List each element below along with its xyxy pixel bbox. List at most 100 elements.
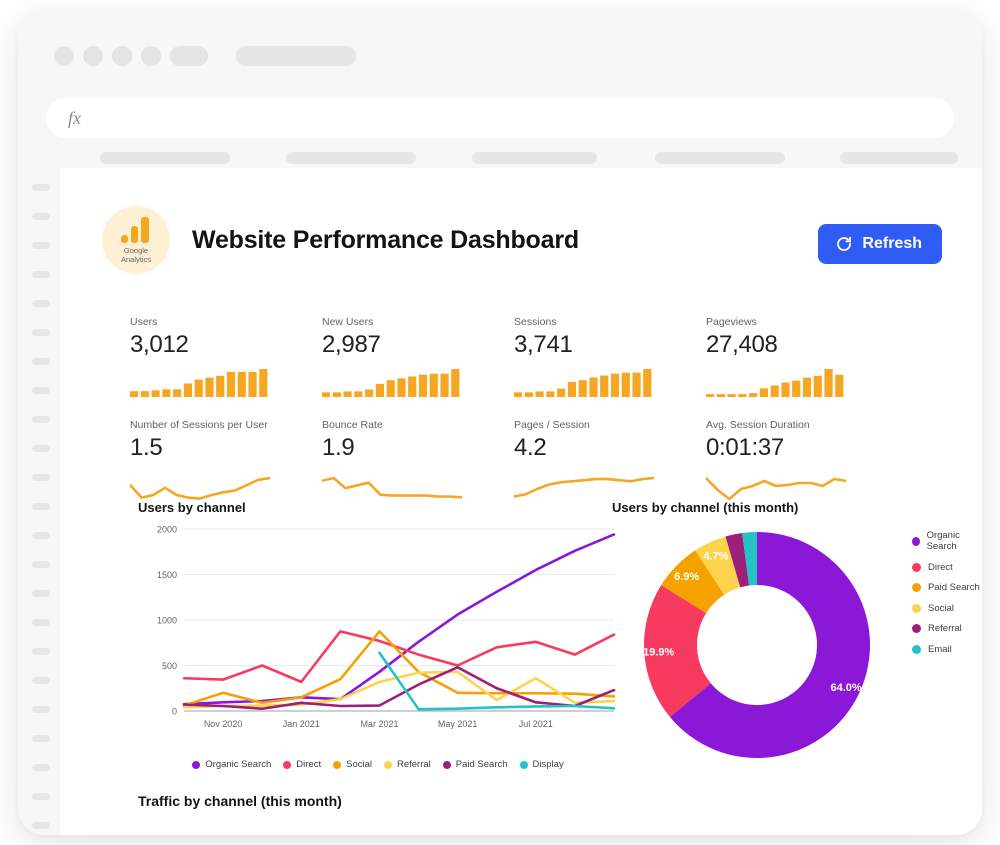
row-header-pill[interactable] — [32, 561, 50, 568]
donut-legend-item[interactable]: Social — [912, 603, 982, 614]
legend-label: Direct — [928, 561, 953, 573]
donut-legend-item[interactable]: Paid Search — [912, 582, 982, 593]
toolbar-dot — [112, 46, 132, 66]
metric-label: Avg. Session Duration — [706, 419, 810, 431]
sparkline-bar — [130, 367, 322, 397]
page-title: Website Performance Dashboard — [192, 225, 579, 254]
refresh-button[interactable]: Refresh — [818, 224, 942, 264]
row-header-pill[interactable] — [32, 590, 50, 597]
row-header-pill[interactable] — [32, 619, 50, 626]
donut-chart-legend: Organic Search Direct Paid Search Social Ref… — [912, 530, 982, 664]
legend-item[interactable]: Paid Search — [442, 759, 508, 770]
legend-item[interactable]: Referral — [383, 759, 431, 770]
app-window: fx Google Analytics Website Performance … — [18, 10, 982, 835]
row-header-pill[interactable] — [32, 329, 50, 336]
formula-bar[interactable]: fx — [46, 98, 954, 138]
donut-legend-item[interactable]: Referral — [912, 623, 982, 634]
row-header-pill[interactable] — [32, 300, 50, 307]
metric-label: Number of Sessions per User — [130, 419, 268, 431]
logo-line-1: Google — [123, 245, 149, 255]
row-header-pill[interactable] — [32, 677, 50, 684]
row-header-pill[interactable] — [32, 764, 50, 771]
legend-item[interactable]: Organic Search — [192, 759, 271, 770]
svg-text:Mar 2021: Mar 2021 — [360, 719, 398, 729]
donut-legend-item[interactable]: Direct — [912, 562, 982, 573]
metric-card-sessions-per-user: Number of Sessions per User 1.5 — [128, 419, 322, 506]
row-header-pill[interactable] — [32, 503, 50, 510]
donut-legend-item[interactable]: Organic Search — [912, 530, 982, 552]
donut-chart[interactable]: 64.0% 19.9% 6.9% 4.7% — [612, 522, 902, 772]
legend-label: Social — [346, 759, 372, 770]
metric-card-users: Users 3,012 — [130, 316, 322, 397]
metric-label: New Users — [322, 316, 374, 328]
row-header-pill[interactable] — [32, 648, 50, 655]
traffic-by-channel-title: Traffic by channel (this month) — [138, 793, 342, 809]
metric-card-pages-per-session: Pages / Session 4.2 — [512, 419, 706, 506]
legend-color-dot — [519, 760, 528, 769]
metric-value: 4.2 — [514, 434, 547, 461]
dashboard-header: Google Analytics Website Performance Das… — [102, 206, 579, 274]
metric-value: 27,408 — [706, 331, 778, 358]
metric-value: 0:01:37 — [706, 434, 784, 461]
users-by-channel-month-panel: Users by channel (this month) 64.0% 19.9%… — [612, 500, 982, 758]
svg-text:0: 0 — [172, 707, 177, 717]
legend-label: Display — [532, 759, 564, 770]
toolbar-dot — [141, 46, 161, 66]
svg-text:1000: 1000 — [157, 616, 177, 626]
row-header-pill[interactable] — [32, 793, 50, 800]
row-header-pill[interactable] — [32, 822, 50, 829]
window-toolbar-skeleton — [54, 46, 356, 66]
legend-color-dot — [383, 760, 392, 769]
sparkline-bar — [706, 367, 898, 397]
row-header-pill[interactable] — [32, 416, 50, 423]
legend-label: Organic Search — [926, 530, 960, 552]
donut-slice-label: 64.0% — [831, 682, 862, 694]
metric-label: Pages / Session — [514, 419, 590, 431]
row-header-pill[interactable] — [32, 213, 50, 220]
row-header-pill[interactable] — [32, 474, 50, 481]
legend-color-dot — [912, 644, 921, 654]
metric-value: 3,012 — [130, 331, 189, 358]
column-header-pill — [655, 152, 785, 164]
legend-color-dot — [192, 760, 201, 769]
svg-text:500: 500 — [162, 661, 177, 671]
toolbar-dot — [54, 46, 74, 66]
line-chart[interactable]: 0 500 1000 1500 2000 Nov 2020 Jan 2021 Mar 2021… — [138, 515, 618, 750]
legend-label: Direct — [296, 759, 322, 770]
column-header-pill — [286, 152, 416, 164]
line-chart-title: Users by channel — [138, 500, 246, 515]
row-header-pill[interactable] — [32, 706, 50, 713]
legend-label: Paid Search — [455, 759, 508, 770]
row-header-pill[interactable] — [32, 445, 50, 452]
legend-item[interactable]: Display — [519, 759, 564, 770]
metric-cards: Users 3,012 New Users 2,987 Sessions 3,7… — [128, 316, 940, 506]
row-header-pill[interactable] — [32, 532, 50, 539]
metric-card-bounce-rate: Bounce Rate 1.9 — [320, 419, 514, 506]
toolbar-pill — [170, 46, 208, 66]
users-by-channel-panel: Users by channel 0 500 1000 1500 2000 Nov 202… — [138, 500, 618, 770]
legend-item[interactable]: Direct — [283, 759, 321, 770]
legend-item[interactable]: Social — [333, 759, 372, 770]
row-header-pill[interactable] — [32, 735, 50, 742]
donut-slice-label: 4.7% — [703, 550, 728, 562]
row-header-pill[interactable] — [32, 184, 50, 191]
legend-color-dot — [912, 562, 921, 572]
legend-color-dot — [912, 624, 921, 633]
row-header-pill[interactable] — [32, 387, 50, 394]
row-header-pill[interactable] — [32, 242, 50, 249]
legend-color-dot — [442, 760, 451, 769]
legend-label: Referral — [396, 759, 431, 770]
legend-label: Paid Search — [928, 582, 980, 593]
row-header-rail — [18, 168, 60, 835]
legend-color-dot — [912, 536, 920, 546]
svg-text:1500: 1500 — [157, 570, 177, 580]
analytics-bars-icon — [121, 216, 151, 243]
legend-color-dot — [912, 583, 921, 592]
donut-slice-label: 6.9% — [674, 571, 699, 583]
row-header-pill[interactable] — [32, 271, 50, 278]
svg-text:Jan 2021: Jan 2021 — [283, 719, 320, 729]
legend-color-dot — [333, 760, 342, 769]
row-header-pill[interactable] — [32, 358, 50, 365]
google-analytics-logo-icon: Google Analytics — [102, 206, 170, 274]
donut-legend-item[interactable]: Email — [912, 644, 982, 655]
